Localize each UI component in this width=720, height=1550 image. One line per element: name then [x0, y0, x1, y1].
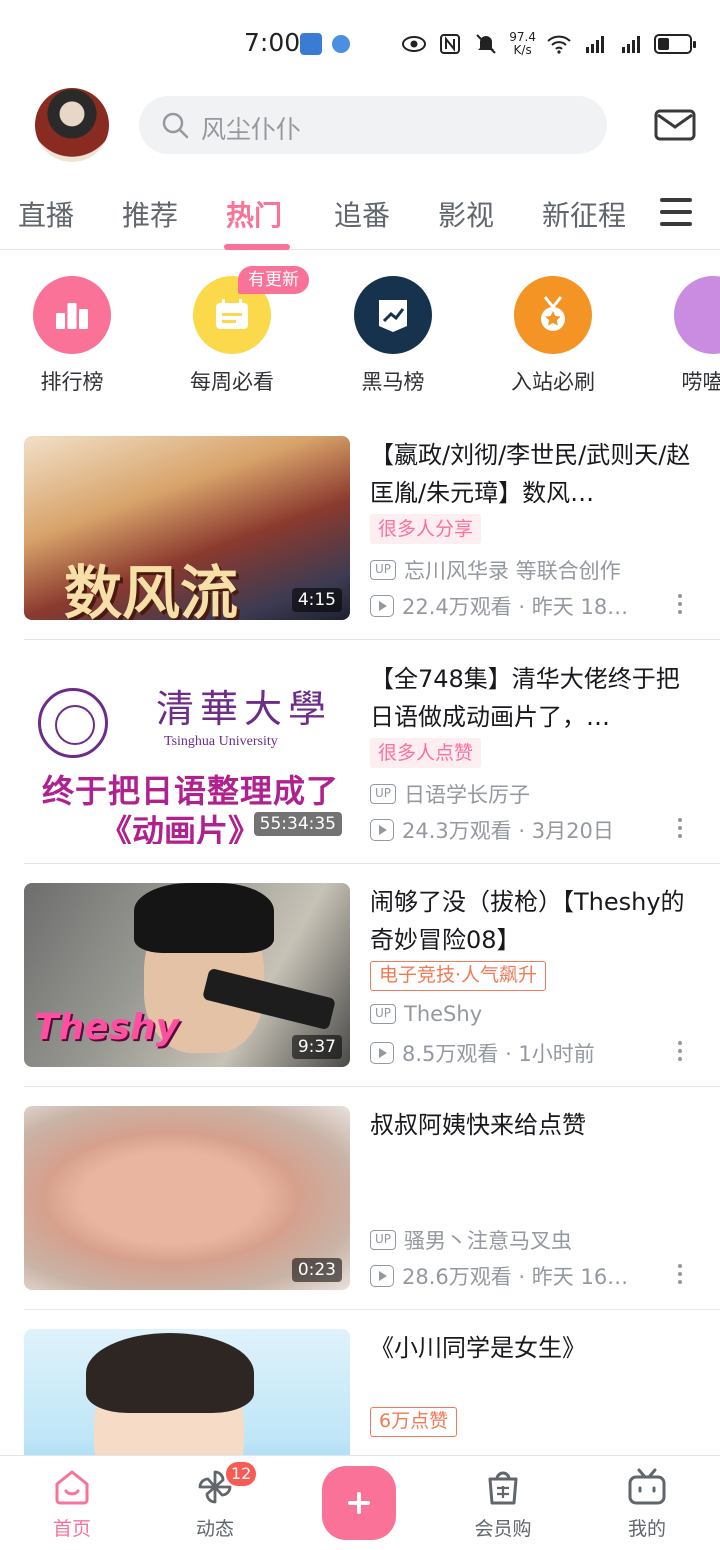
- video-card[interactable]: 0:23 叔叔阿姨快来给点赞 UP 骚男丶注意马叉虫 28.6万观看 · 昨天 …: [0, 1086, 720, 1310]
- video-tag: 很多人分享: [370, 514, 482, 544]
- nav-shop[interactable]: 会员购: [453, 1468, 553, 1541]
- channel-tabs: 直播 推荐 热门 追番 影视 新征程: [0, 186, 720, 250]
- video-duration: 9:37: [291, 1035, 342, 1059]
- video-stats: 28.6万观看 · 昨天 16…: [370, 1261, 628, 1291]
- video-stats: 22.4万观看 · 昨天 18…: [370, 591, 628, 621]
- quick-entry-dark-horse[interactable]: 黑马榜: [328, 276, 458, 396]
- video-uploader[interactable]: UP 日语学长厉子: [370, 779, 530, 809]
- nfc-icon: [440, 34, 461, 54]
- quick-entry-must-watch[interactable]: 入站必刷: [488, 276, 618, 396]
- video-tag: 很多人点赞: [370, 738, 482, 768]
- video-title[interactable]: 【全748集】清华大佬终于把日语做成动画片了，…: [370, 660, 696, 736]
- tab-anime[interactable]: 追番: [334, 194, 390, 234]
- tab-recommend[interactable]: 推荐: [122, 194, 178, 234]
- quick-entry-chat[interactable]: 唠嗑屋: [648, 276, 720, 396]
- video-uploader[interactable]: UP TheShy: [370, 1002, 482, 1026]
- more-icon[interactable]: [676, 594, 684, 618]
- video-card[interactable]: 数风流 4:15 【嬴政/刘彻/李世民/武则天/赵匡胤/朱元璋】数风… 很多人分…: [0, 416, 720, 640]
- video-duration: 0:23: [291, 1258, 342, 1282]
- shopping-bag-icon: [488, 1471, 518, 1505]
- tab-live[interactable]: 直播: [18, 194, 74, 234]
- nav-mine[interactable]: 我的: [597, 1468, 697, 1541]
- more-icon[interactable]: [676, 818, 684, 842]
- play-icon: [370, 1042, 394, 1064]
- up-icon: UP: [370, 784, 396, 804]
- status-icons: 97.4 K/s: [401, 26, 696, 62]
- quick-entry-weekly[interactable]: 每周必看: [167, 276, 297, 396]
- avatar[interactable]: [35, 88, 109, 162]
- status-bar: 7:00 97.4 K/s: [0, 0, 720, 88]
- video-title[interactable]: 《小川同学是女生》: [370, 1329, 696, 1367]
- video-title[interactable]: 闹够了没（拔枪）【Theshy的奇妙冒险08】: [370, 883, 696, 959]
- video-title[interactable]: 【嬴政/刘彻/李世民/武则天/赵匡胤/朱元璋】数风…: [370, 436, 696, 512]
- video-thumbnail[interactable]: 清華大學 Tsinghua University 终于把日语整理成了 《动画片》…: [24, 660, 350, 844]
- search-icon: [162, 112, 189, 139]
- play-icon: [370, 819, 394, 841]
- thumbnail-text: Theshy: [34, 1007, 180, 1048]
- battery-icon: [654, 34, 696, 54]
- video-thumbnail[interactable]: 0:23: [24, 1106, 350, 1290]
- video-stats: 24.3万观看 · 3月20日: [370, 815, 614, 845]
- app-notification-icon: [300, 33, 322, 55]
- search-placeholder: 风尘仆仆: [201, 115, 302, 144]
- video-duration: 4:15: [291, 588, 342, 612]
- video-thumbnail[interactable]: 数风流 4:15: [24, 436, 350, 620]
- active-tab-indicator: [224, 244, 290, 250]
- video-duration: 55:34:35: [253, 812, 342, 836]
- video-card[interactable]: 清華大學 Tsinghua University 终于把日语整理成了 《动画片》…: [0, 640, 720, 864]
- eye-icon: [402, 36, 427, 52]
- play-icon: [370, 1265, 394, 1287]
- status-time: 7:00: [244, 28, 301, 57]
- video-stats: 8.5万观看 · 1小时前: [370, 1038, 595, 1068]
- thumbnail-text: 数风流: [64, 559, 239, 620]
- video-uploader[interactable]: UP 忘川风华录 等联合创作: [370, 555, 621, 585]
- video-tag: 6万点赞: [370, 1407, 458, 1437]
- play-icon: [370, 595, 394, 617]
- publish-button[interactable]: [322, 1466, 396, 1540]
- mail-icon[interactable]: [654, 108, 696, 142]
- chat-icon: [674, 276, 720, 354]
- ranking-icon: [33, 276, 111, 354]
- more-icon[interactable]: [676, 1264, 684, 1288]
- tab-movies[interactable]: 影视: [438, 194, 494, 234]
- video-uploader[interactable]: UP 骚男丶注意马叉虫: [370, 1225, 572, 1255]
- search-input[interactable]: 风尘仆仆: [139, 96, 607, 154]
- quick-entry-ranking[interactable]: 排行榜: [7, 276, 137, 396]
- medal-icon: [514, 276, 592, 354]
- university-seal-icon: [38, 688, 108, 758]
- cell-signal-icon-2: [622, 36, 640, 53]
- update-badge: 有更新: [238, 266, 309, 294]
- more-icon[interactable]: [676, 1041, 684, 1065]
- video-card[interactable]: Theshy 9:37 闹够了没（拔枪）【Theshy的奇妙冒险08】 电子竞技…: [0, 863, 720, 1087]
- app-notification-icon-2: [332, 35, 350, 53]
- wifi-icon: [547, 35, 571, 54]
- video-tag: 电子竞技·人气飙升: [370, 961, 547, 991]
- up-icon: UP: [370, 560, 396, 580]
- home-icon: [55, 1470, 89, 1505]
- cell-signal-icon: [586, 36, 604, 53]
- tab-new-journey[interactable]: 新征程: [542, 194, 626, 234]
- mute-icon: [476, 34, 496, 54]
- nav-home[interactable]: 首页: [22, 1468, 122, 1541]
- video-title[interactable]: 叔叔阿姨快来给点赞: [370, 1106, 696, 1144]
- up-icon: UP: [370, 1230, 396, 1250]
- menu-icon[interactable]: [660, 198, 692, 228]
- net-speed: 97.4 K/s: [509, 30, 536, 57]
- up-icon: UP: [370, 1004, 396, 1024]
- video-thumbnail[interactable]: Theshy 9:37: [24, 883, 350, 1067]
- notification-badge: 12: [226, 1462, 257, 1486]
- tab-hot[interactable]: 热门: [226, 194, 282, 234]
- trend-card-icon: [354, 276, 432, 354]
- tv-icon: [628, 1468, 666, 1505]
